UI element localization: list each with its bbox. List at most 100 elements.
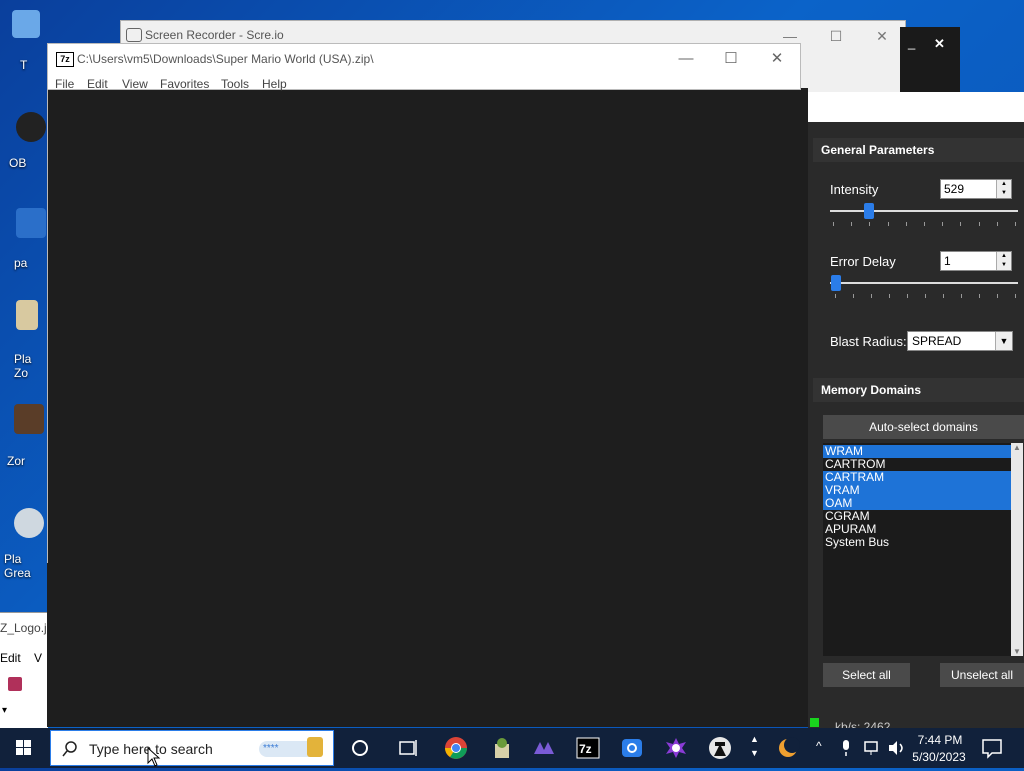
spy-app-icon[interactable]	[708, 736, 732, 760]
notification-icon[interactable]	[980, 736, 1004, 760]
slider-tick	[907, 294, 908, 298]
desktop-icon[interactable]: pa	[0, 208, 46, 270]
save-icon[interactable]	[8, 677, 22, 691]
chevron-down-icon[interactable]: ▼	[995, 332, 1012, 350]
slider-tick	[869, 222, 871, 226]
scroll-down-icon[interactable]: ▼	[1013, 647, 1021, 656]
auto-select-domains-button[interactable]: Auto-select domains	[823, 415, 1024, 439]
slider-tick	[1015, 222, 1016, 226]
desktop-icon[interactable]: Pla Grea	[0, 508, 44, 580]
menu-edit[interactable]: Edit	[87, 77, 108, 91]
minimize-button[interactable]: _	[908, 35, 915, 50]
night-mode-icon[interactable]	[776, 736, 800, 760]
blast-radius-value: SPREAD	[912, 334, 962, 348]
intensity-slider-track[interactable]	[830, 210, 1018, 212]
task-view-icon[interactable]	[396, 736, 420, 760]
slider-tick	[997, 294, 998, 298]
screen-recorder-icon[interactable]	[620, 736, 644, 760]
window-border	[47, 88, 48, 563]
folder-icon	[12, 10, 40, 38]
7zip-icon[interactable]: 7z	[576, 736, 600, 760]
dropdown-icon[interactable]: ▾	[2, 705, 7, 716]
desktop-icon-label: Zor	[7, 454, 25, 468]
intensity-input[interactable]: 529 ▲ ▼	[940, 179, 1012, 199]
close-button[interactable]: ✕	[754, 47, 800, 71]
app-icon	[16, 300, 38, 330]
error-delay-label: Error Delay	[830, 254, 896, 269]
desktop-icon[interactable]: T	[0, 10, 42, 72]
close-button[interactable]: ✕	[859, 24, 905, 48]
spinner-arrows-icon[interactable]: ▲ ▼	[996, 252, 1011, 270]
menu-edit[interactable]: Edit	[0, 651, 21, 665]
dark-window[interactable]: _ ✕	[900, 27, 960, 92]
desktop-icon[interactable]: Pla Zo	[0, 300, 42, 380]
scrollbar[interactable]: ▲ ▼	[1011, 443, 1023, 656]
general-parameters-title: General Parameters	[813, 138, 1024, 162]
slider-tick	[889, 294, 890, 298]
slider-tick	[887, 222, 889, 226]
spinner-arrows-icon[interactable]: ▲ ▼	[996, 180, 1011, 198]
microphone-icon[interactable]	[838, 736, 854, 760]
search-icon	[62, 741, 77, 757]
error-delay-value: 1	[944, 254, 951, 268]
intensity-label: Intensity	[830, 182, 879, 197]
slider-tick	[833, 222, 834, 226]
plant-app-icon[interactable]	[490, 736, 514, 760]
error-delay-input[interactable]: 1 ▲ ▼	[940, 251, 1012, 271]
blast-radius-select[interactable]: SPREAD ▼	[907, 331, 1013, 351]
obs-icon	[16, 112, 46, 142]
volume-icon[interactable]	[886, 736, 906, 760]
desktop-icon[interactable]: Zor	[0, 404, 44, 468]
slider-tick	[925, 294, 926, 298]
slider-tick	[960, 222, 962, 226]
memory-domains-title: Memory Domains	[813, 378, 1024, 402]
rtc-header-bar	[808, 92, 1024, 122]
desktop-icon[interactable]: OB	[0, 112, 46, 170]
maximize-button[interactable]: ☐	[813, 24, 859, 48]
cortana-icon[interactable]	[348, 736, 372, 760]
slider-tick	[979, 294, 980, 298]
scroll-up-icon[interactable]: ▲	[1013, 443, 1021, 452]
window-logo: 7z	[56, 52, 74, 67]
file-list-area[interactable]	[47, 88, 808, 727]
menu-view[interactable]: V	[34, 651, 42, 665]
network-icon[interactable]	[862, 736, 882, 760]
chrome-icon[interactable]	[444, 736, 468, 760]
chevron-up-icon[interactable]: ^	[816, 739, 822, 753]
slider-tick	[871, 294, 872, 298]
desktop-icon-label: T	[20, 58, 28, 72]
menu-help[interactable]: Help	[262, 77, 287, 91]
menu-file[interactable]: File	[55, 77, 74, 91]
close-button[interactable]: ✕	[934, 36, 945, 52]
error-delay-slider-thumb[interactable]	[831, 275, 841, 291]
minimize-button[interactable]: —	[663, 47, 709, 71]
error-delay-slider-ticks	[835, 294, 1016, 299]
chevron-up-down-icon[interactable]: ▲ ▼	[750, 732, 759, 760]
intensity-value: 529	[944, 182, 965, 196]
bizhawk-icon[interactable]	[532, 736, 556, 760]
rtc-icon[interactable]	[664, 736, 688, 760]
maximize-button[interactable]: ☐	[708, 47, 754, 71]
menu-favorites[interactable]: Favorites	[160, 77, 209, 91]
window-title: C:\Users\vm5\Downloads\Super Mario World…	[77, 52, 374, 66]
memory-domain-item[interactable]: System Bus	[823, 536, 1011, 549]
clock-time[interactable]: 7:44 PM	[912, 733, 968, 747]
start-button[interactable]	[0, 728, 48, 768]
intensity-slider-thumb[interactable]	[863, 203, 874, 219]
unselect-all-button[interactable]: Unselect all	[940, 663, 1024, 687]
app-icon	[16, 208, 46, 238]
menu-view[interactable]: View	[122, 77, 148, 91]
blast-radius-label: Blast Radius:	[830, 334, 907, 349]
background-window[interactable]: Z_Logo.jp Edit V ▾	[0, 612, 53, 729]
select-all-button[interactable]: Select all	[823, 663, 910, 687]
recorder-logo-icon	[126, 28, 142, 42]
menu-tools[interactable]: Tools	[221, 77, 249, 91]
clock-date[interactable]: 5/30/2023	[908, 750, 970, 764]
error-delay-slider-track[interactable]	[830, 282, 1018, 284]
desktop-icon-label: Pla Zo	[14, 352, 32, 380]
memory-domains-list[interactable]: WRAM CARTROM CARTRAM VRAM OAM CGRAM APURAM Syst…	[823, 443, 1023, 656]
search-box[interactable]: Type here to search ****	[50, 730, 334, 767]
title-bar[interactable]: 7z C:\Users\vm5\Downloads\Super Mario Wo…	[48, 44, 800, 74]
7zip-window[interactable]: 7z C:\Users\vm5\Downloads\Super Mario Wo…	[47, 43, 801, 91]
svg-text:7z: 7z	[579, 742, 592, 756]
